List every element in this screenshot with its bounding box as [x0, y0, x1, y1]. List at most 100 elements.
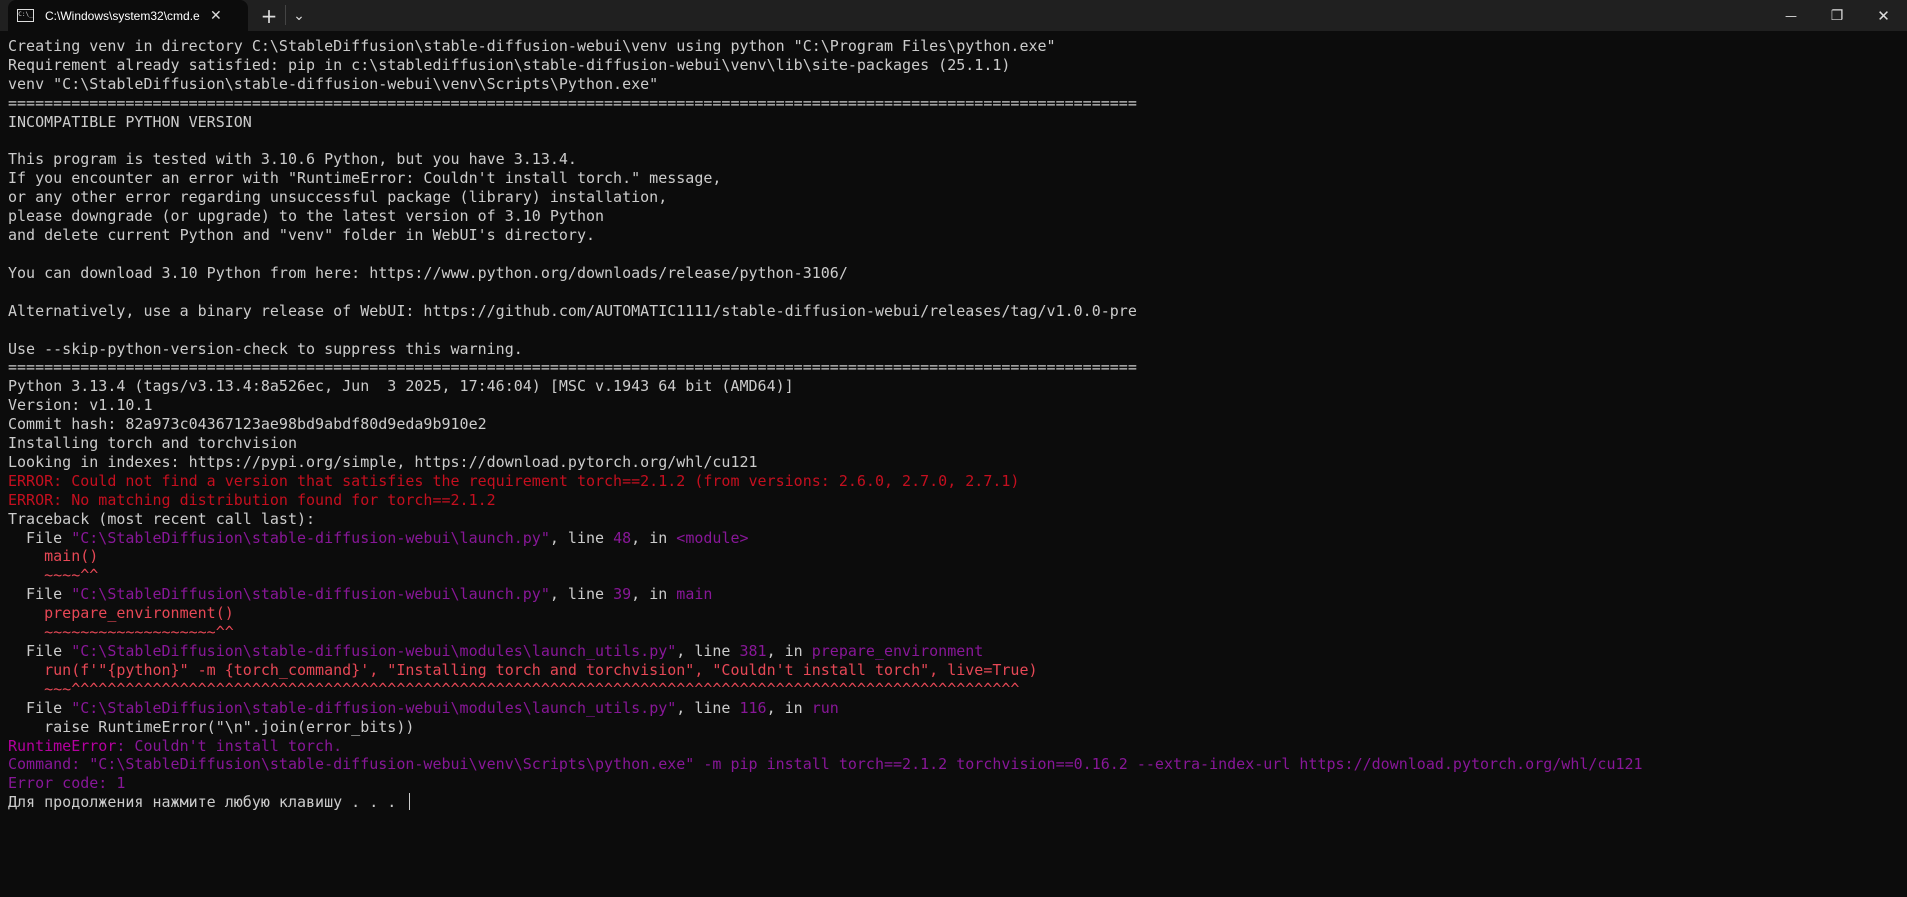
terminal-text: venv "C:\StableDiffusion\stable-diffusio… — [8, 74, 659, 93]
cmd-icon: C:\_ — [17, 9, 34, 22]
terminal-text: This program is tested with 3.10.6 Pytho… — [8, 150, 577, 169]
terminal-line: Python 3.13.4 (tags/v3.13.4:8a526ec, Jun… — [8, 377, 1907, 396]
terminal-text: , line — [549, 528, 614, 547]
minimize-button[interactable]: — — [1768, 0, 1814, 31]
terminal-line: or any other error regarding unsuccessfu… — [8, 188, 1907, 207]
terminal-text: <module> — [676, 528, 749, 547]
terminal-text: , in — [766, 698, 812, 717]
terminal-line: ERROR: Could not find a version that sat… — [8, 472, 1907, 491]
terminal-text: main — [676, 585, 713, 604]
terminal-line: ~~~~^^ — [8, 566, 1907, 585]
terminal-line: File "C:\StableDiffusion\stable-diffusio… — [8, 699, 1907, 718]
terminal-line: Error code: 1 — [8, 774, 1907, 793]
terminal-text: : Couldn't install torch. — [116, 736, 343, 755]
terminal-line: Traceback (most recent call last): — [8, 510, 1907, 529]
terminal-text: Use --skip-python-version-check to suppr… — [8, 339, 523, 358]
terminal-line: RuntimeError: Couldn't install torch. — [8, 737, 1907, 756]
terminal-text: ========================================… — [8, 93, 1137, 112]
terminal-line: Creating venv in directory C:\StableDiff… — [8, 37, 1907, 56]
terminal-text: File — [8, 528, 72, 547]
terminal-line: ERROR: No matching distribution found fo… — [8, 491, 1907, 510]
terminal-text: main() — [8, 547, 99, 566]
terminal-text: run — [811, 698, 839, 717]
terminal-text: "C:\StableDiffusion\stable-diffusion-web… — [71, 642, 677, 660]
tab-close-icon[interactable]: ✕ — [210, 8, 222, 24]
terminal-line: prepare_environment() — [8, 604, 1907, 623]
terminal-text: ~~~^^^^^^^^^^^^^^^^^^^^^^^^^^^^^^^^^^^^^… — [8, 679, 1020, 698]
terminal-line: ~~~~~~~~~~~~~~~~~~~^^ — [8, 623, 1907, 642]
terminal-line: Alternatively, use a binary release of W… — [8, 302, 1907, 321]
terminal-text: ~~~~^^ — [8, 566, 99, 585]
terminal-text: raise RuntimeError("\n".join(error_bits)… — [8, 717, 415, 736]
terminal-line: venv "C:\StableDiffusion\stable-diffusio… — [8, 75, 1907, 94]
maximize-button[interactable]: ❐ — [1814, 0, 1860, 31]
terminal-line: Use --skip-python-version-check to suppr… — [8, 340, 1907, 359]
terminal-line: If you encounter an error with "RuntimeE… — [8, 169, 1907, 188]
terminal-text: Installing torch and torchvision — [8, 434, 297, 453]
tab-dropdown-button[interactable]: ⌄ — [288, 0, 310, 31]
terminal-line: ========================================… — [8, 94, 1907, 113]
terminal-line: Command: "C:\StableDiffusion\stable-diff… — [8, 755, 1907, 774]
terminal-text: prepare_environment() — [8, 604, 234, 623]
terminal-text: Python 3.13.4 (tags/v3.13.4:8a526ec, Jun… — [8, 377, 794, 396]
terminal-line: please downgrade (or upgrade) to the lat… — [8, 207, 1907, 226]
terminal-line: File "C:\StableDiffusion\stable-diffusio… — [8, 529, 1907, 548]
new-tab-button[interactable]: + — [255, 0, 283, 31]
terminal-text: 116 — [739, 698, 767, 717]
terminal-text: RuntimeError — [8, 736, 117, 755]
terminal-line: This program is tested with 3.10.6 Pytho… — [8, 150, 1907, 169]
terminal-line: ~~~^^^^^^^^^^^^^^^^^^^^^^^^^^^^^^^^^^^^^… — [8, 680, 1907, 699]
terminal-text: please downgrade (or upgrade) to the lat… — [8, 207, 605, 226]
divider — [285, 5, 286, 25]
terminal-text: Для продолжения нажмите любую клавишу . … — [8, 793, 406, 812]
terminal-text: File — [8, 698, 72, 717]
terminal-text: , in — [631, 585, 677, 604]
terminal-line: Installing torch and torchvision — [8, 434, 1907, 453]
terminal-text: Traceback (most recent call last): — [8, 509, 316, 528]
terminal-text: "C:\StableDiffusion\stable-diffusion-web… — [71, 698, 677, 717]
terminal-text: 48 — [613, 528, 632, 547]
title-bar: C:\_ C:\Windows\system32\cmd.exe ✕ + ⌄ —… — [0, 0, 1907, 31]
text-cursor — [409, 793, 411, 811]
terminal-line: File "C:\StableDiffusion\stable-diffusio… — [8, 642, 1907, 661]
close-button[interactable]: ✕ — [1860, 0, 1907, 31]
terminal-text: Command: "C:\StableDiffusion\stable-diff… — [8, 755, 1643, 774]
terminal-line: Requirement already satisfied: pip in c:… — [8, 56, 1907, 75]
terminal-text: and delete current Python and "venv" fol… — [8, 226, 595, 245]
terminal-text: Error code: 1 — [8, 774, 126, 793]
terminal-text: Alternatively, use a binary release of W… — [8, 301, 1137, 320]
terminal-line: main() — [8, 547, 1907, 566]
terminal-text: ERROR: Could not find a version that sat… — [8, 471, 1020, 490]
terminal-line: INCOMPATIBLE PYTHON VERSION — [8, 113, 1907, 132]
terminal-text: or any other error regarding unsuccessfu… — [8, 188, 668, 207]
terminal-text: ~~~~~~~~~~~~~~~~~~~^^ — [8, 623, 234, 642]
terminal-text: Creating venv in directory C:\StableDiff… — [8, 37, 1056, 55]
terminal-text: "C:\StableDiffusion\stable-diffusion-web… — [71, 528, 550, 547]
terminal-text: Commit hash: 82a973c04367123ae98bd9abdf8… — [8, 415, 487, 434]
terminal-text: , in — [631, 528, 677, 547]
terminal-text: Requirement already satisfied: pip in c:… — [8, 55, 1011, 74]
terminal-text: "C:\StableDiffusion\stable-diffusion-web… — [71, 585, 550, 604]
terminal-line: Commit hash: 82a973c04367123ae98bd9abdf8… — [8, 415, 1907, 434]
terminal-text: 39 — [613, 585, 632, 604]
terminal-line: You can download 3.10 Python from here: … — [8, 264, 1907, 283]
terminal-text: prepare_environment — [811, 642, 984, 660]
terminal-text: ERROR: No matching distribution found fo… — [8, 490, 496, 509]
terminal-text: , line — [549, 585, 614, 604]
terminal-text: , line — [676, 698, 740, 717]
terminal-line: Для продолжения нажмите любую клавишу . … — [8, 793, 1907, 812]
terminal-line: raise RuntimeError("\n".join(error_bits)… — [8, 718, 1907, 737]
terminal-text: run(f'"{python}" -m {torch_command}', "I… — [8, 660, 1038, 679]
terminal-line: and delete current Python and "venv" fol… — [8, 226, 1907, 245]
terminal-text: You can download 3.10 Python from here: … — [8, 263, 848, 282]
terminal-line: Looking in indexes: https://pypi.org/sim… — [8, 453, 1907, 472]
terminal-text: Version: v1.10.1 — [8, 396, 153, 415]
tab-cmd[interactable]: C:\_ C:\Windows\system32\cmd.exe ✕ — [8, 0, 248, 31]
terminal-output[interactable]: Creating venv in directory C:\StableDiff… — [8, 37, 1907, 897]
terminal-text: INCOMPATIBLE PYTHON VERSION — [8, 112, 252, 131]
terminal-line: Version: v1.10.1 — [8, 396, 1907, 415]
